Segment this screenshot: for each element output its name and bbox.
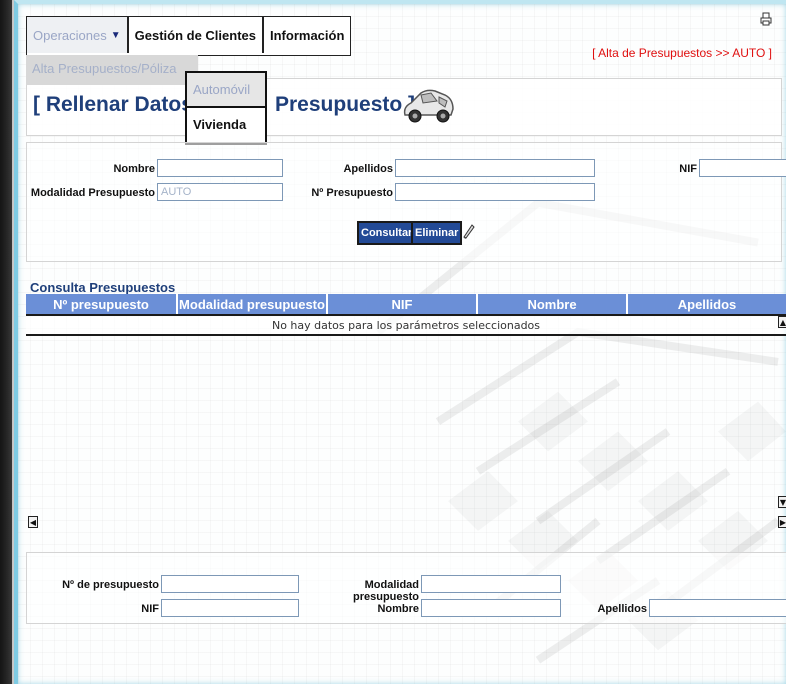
bottom-modalidad-label: Modalidad presupuesto [352,579,419,603]
app-frame: Operaciones ▼ Gestión de Clientes Inform… [14,0,786,684]
eliminar-button[interactable]: Eliminar [411,221,463,245]
table-body: No hay datos para los parámetros selecci… [26,314,786,521]
menu-operaciones-label: Operaciones [33,27,107,43]
nif-label: NIF [679,163,697,175]
column-header[interactable]: Apellidos [628,294,786,314]
car-icon [401,85,457,132]
scroll-up-icon[interactable]: ▲ [778,316,786,328]
nombre-label: Nombre [113,163,155,175]
bottom-npresupuesto-input[interactable] [161,575,299,593]
bottom-npresupuesto-label: Nº de presupuesto [62,579,159,591]
bottom-nif-label: NIF [141,603,159,615]
title-panel: [ Rellenar Datos N Presupuesto ] [26,78,782,136]
bottom-nombre-label: Nombre [377,603,419,615]
scroll-down-icon[interactable]: ▼ [778,496,786,508]
vertical-scrollbar[interactable]: ▲ ▼ [778,316,786,511]
menu-informacion[interactable]: Información [264,17,350,53]
menu-gestion-clientes-label: Gestión de Clientes [134,27,256,43]
consultar-button[interactable]: Consultar [357,221,417,245]
eraser-icon[interactable] [461,223,475,242]
apellidos-label: Apellidos [343,163,393,175]
breadcrumb: [ Alta de Presupuestos >> AUTO ] [592,46,772,60]
main-menubar: Operaciones ▼ Gestión de Clientes Inform… [26,16,352,56]
bottom-apellidos-label: Apellidos [597,603,647,615]
search-form-panel: Nombre Apellidos NIF Modalidad Presupues… [26,142,786,262]
menu-item-vivienda[interactable]: Vivienda [187,108,265,141]
modalidad-label: Modalidad Presupuesto [30,187,155,199]
column-header[interactable]: NIF [328,294,478,314]
npresupuesto-input[interactable] [395,183,595,201]
scroll-left-icon[interactable]: ◀ [28,516,38,528]
modalidad-input[interactable] [157,183,283,201]
printer-icon[interactable] [760,12,772,29]
menu-gestion-clientes[interactable]: Gestión de Clientes [129,17,264,53]
column-header[interactable]: Modalidad presupuesto [178,294,328,314]
submenu-flyout: Automóvil Vivienda [185,71,267,145]
menu-item-automovil[interactable]: Automóvil [187,73,265,108]
npresupuesto-label: Nº Presupuesto [311,187,393,199]
nombre-input[interactable] [157,159,283,177]
column-header[interactable]: Nombre [478,294,628,314]
nif-input[interactable] [699,159,786,177]
submenu-alta-presupuestos[interactable]: Alta Presupuestos/Póliza [26,55,198,85]
scroll-right-icon[interactable]: ▶ [778,516,786,528]
empty-table-message: No hay datos para los parámetros selecci… [26,316,786,336]
page-title-right: Presupuesto ] [275,93,416,116]
detail-panel: Nº de presupuesto Modalidad presupuesto … [26,552,786,624]
menu-informacion-label: Información [270,27,345,43]
menu-operaciones[interactable]: Operaciones ▼ [27,17,129,53]
bottom-nombre-input[interactable] [421,599,561,617]
table-header: Nº presupuesto Modalidad presupuesto NIF… [26,294,786,314]
apellidos-input[interactable] [395,159,595,177]
submenu-alta-label: Alta Presupuestos/Póliza [32,61,177,76]
bottom-modalidad-input[interactable] [421,575,561,593]
bottom-nif-input[interactable] [161,599,299,617]
bottom-apellidos-input[interactable] [649,599,786,617]
column-header[interactable]: Nº presupuesto [26,294,178,314]
table-title: Consulta Presupuestos [30,280,176,295]
chevron-down-icon: ▼ [110,29,121,41]
